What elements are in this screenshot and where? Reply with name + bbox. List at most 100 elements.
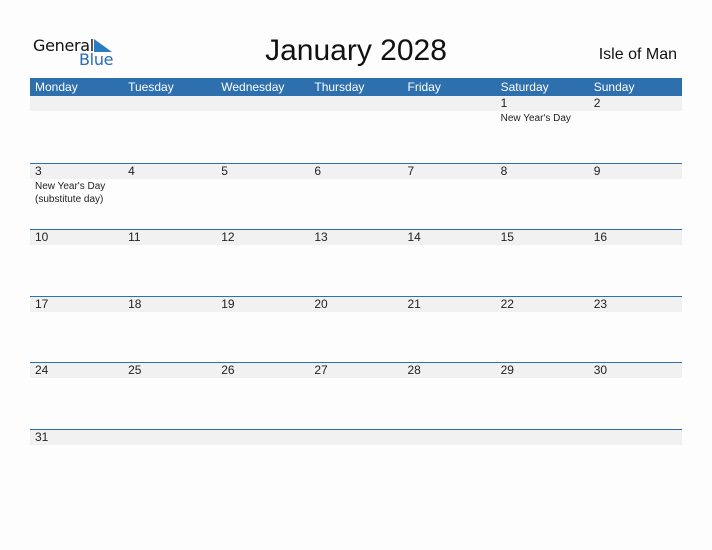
day-cell: 13 [309,230,402,245]
day-number: 24 [35,363,49,378]
holiday-label: New Year's Day (substitute day) [35,180,106,205]
day-number: 30 [593,363,608,378]
calendar-grid: Monday Tuesday Wednesday Thursday Friday… [30,78,682,496]
day-cell: 7 [403,164,496,206]
day-number [594,430,682,445]
day-number [314,430,402,445]
day-cell [216,96,309,125]
day-cell: 23 [589,297,682,312]
day-cell [496,430,589,445]
day-number: 27 [314,363,328,378]
day-number: 13 [314,230,328,245]
country-label: Isle of Man [598,46,677,63]
day-cell: 29 [496,363,589,378]
day-number [408,430,496,445]
day-cell: 2 [589,96,682,125]
day-cell: 15 [496,230,589,245]
day-cell: 12 [216,230,309,245]
day-cell [123,96,216,125]
day-number: 29 [500,363,514,378]
day-cell: 10 [30,230,123,245]
day-cell: 19 [216,297,309,312]
day-number: 2 [593,96,601,110]
weekday-wednesday: Wednesday [221,80,285,94]
day-cell: 25 [123,363,216,378]
day-number [314,96,402,111]
day-number: 22 [500,296,514,311]
day-number: 5 [221,163,228,178]
day-cell [30,96,123,125]
day-cell: 26 [216,363,309,378]
day-number: 15 [500,230,514,245]
weekday-friday: Friday [407,80,441,94]
week-row: 31 [30,428,682,496]
weekday-sunday: Sunday [593,80,635,94]
day-number: 12 [221,230,235,245]
weekday-saturday: Saturday [500,80,549,94]
day-cell [309,430,402,445]
day-cell: 30 [589,363,682,378]
day-cell: 9 [589,164,682,206]
day-number: 10 [35,230,49,245]
day-number: 25 [128,363,142,378]
day-number [35,96,123,111]
day-cell [309,96,402,125]
day-number: 8 [500,163,508,178]
week-row: 3 New Year's Day (substitute day) 4 5 6 7 8 9 [30,162,682,230]
day-number [221,96,309,111]
day-cell: 31 [30,430,123,445]
day-cell: 5 [216,164,309,206]
day-number [221,430,309,445]
day-number: 20 [314,296,328,311]
day-cell: 3 New Year's Day (substitute day) [30,164,123,206]
weekday-thursday: Thursday [314,80,365,94]
day-number [501,430,589,445]
weekday-monday: Monday [35,80,78,94]
day-cell: 14 [403,230,496,245]
week-row: 1 New Year's Day 2 [30,96,682,163]
day-cell: 17 [30,297,123,312]
week-row: 24 25 26 27 28 29 30 [30,362,682,429]
day-cell [403,96,496,125]
day-number: 16 [593,230,608,245]
day-cell: 8 [496,164,589,206]
day-number: 11 [128,230,141,245]
holiday-label: New Year's Day [500,113,571,124]
day-cell [589,430,682,445]
day-number: 26 [221,363,235,378]
day-number: 6 [314,163,322,178]
day-number: 7 [407,163,415,178]
day-number: 4 [128,163,135,178]
day-cell: 18 [123,297,216,312]
day-number: 23 [593,296,608,311]
week-row: 17 18 19 20 21 22 23 [30,295,682,363]
day-number [408,96,496,111]
day-cell: 24 [30,363,123,378]
day-number: 3 [35,163,42,178]
day-number: 28 [407,363,421,378]
day-number: 21 [407,296,421,311]
day-cell: 16 [589,230,682,245]
day-cell: 28 [403,363,496,378]
day-number: 14 [407,230,421,245]
week-row: 10 11 12 13 14 15 16 [30,229,682,296]
day-number: 31 [35,429,49,444]
day-number: 17 [35,296,49,311]
day-cell [123,430,216,445]
day-cell [216,430,309,445]
day-number: 9 [593,163,601,178]
day-cell: 20 [309,297,402,312]
day-number [128,96,216,111]
day-number: 18 [128,296,142,311]
day-cell: 22 [496,297,589,312]
day-cell: 4 [123,164,216,206]
weekday-tuesday: Tuesday [128,80,174,94]
day-number: 1 [500,96,508,110]
day-cell: 6 [309,164,402,206]
day-cell [403,430,496,445]
weekday-header: Monday Tuesday Wednesday Thursday Friday… [30,78,682,96]
day-cell: 1 New Year's Day [496,96,589,125]
day-cell: 27 [309,363,402,378]
day-cell: 11 [123,230,216,245]
day-cell: 21 [403,297,496,312]
